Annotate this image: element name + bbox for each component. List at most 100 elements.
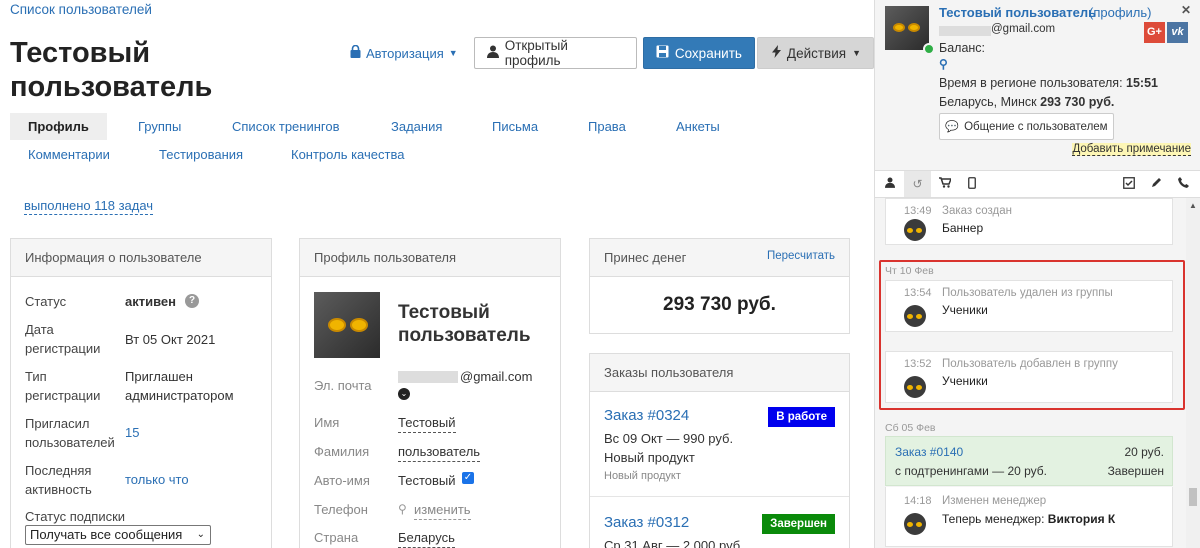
actions-dropdown[interactable]: Действия ▼ — [756, 37, 874, 69]
order-link[interactable]: Заказ #0312 — [604, 514, 689, 531]
order-event-link[interactable]: Заказ #0140 — [895, 445, 963, 459]
search-icon[interactable]: ⚲ — [939, 57, 948, 71]
profile-avatar — [314, 292, 380, 358]
phone-icon[interactable] — [1178, 177, 1189, 191]
event-detail-prefix: Теперь менеджер: — [942, 512, 1045, 526]
user-profile-title: Профиль пользователя — [300, 239, 560, 277]
event-avatar — [904, 376, 926, 398]
order-line2: Новый продукт — [604, 450, 695, 465]
tab-comments[interactable]: Комментарии — [28, 141, 110, 168]
tab-profile[interactable]: Профиль — [10, 113, 107, 140]
side-email: @gmail.com — [991, 23, 1056, 35]
event-name: Пользователь добавлен в группу — [942, 358, 1118, 370]
order-link[interactable]: Заказ #0324 — [604, 407, 689, 424]
sub-status-select[interactable]: Получать все сообщения ⌄ — [25, 525, 211, 545]
event-detail: Ученики — [942, 374, 988, 388]
email-value: @gmail.com — [460, 369, 533, 384]
mobile-icon[interactable] — [968, 177, 976, 192]
tab-letters[interactable]: Письма — [492, 113, 538, 140]
reg-date-value: Вт 05 Окт 2021 — [125, 332, 216, 347]
add-note-link[interactable]: Добавить примечание — [1072, 143, 1191, 156]
tab-testing[interactable]: Тестирования — [159, 141, 243, 168]
check-square-icon[interactable] — [1123, 177, 1135, 192]
history-icon[interactable]: ↺ — [904, 171, 931, 197]
actions-label: Действия — [786, 45, 847, 61]
email-redacted — [398, 371, 458, 383]
save-label: Сохранить — [674, 45, 742, 61]
country-label: Страна — [314, 530, 359, 545]
save-button[interactable]: Сохранить — [642, 37, 755, 69]
profile-name-1: Тестовый — [398, 302, 490, 323]
sub-status-label: Статус подписки — [25, 509, 126, 524]
user-icon — [486, 45, 499, 61]
breadcrumb[interactable]: Список пользователей — [10, 2, 152, 17]
lock-icon — [350, 44, 361, 61]
authorization-dropdown[interactable]: Авторизация ▼ — [350, 44, 458, 61]
side-user-name[interactable]: Тестовый пользователь — [939, 5, 1096, 20]
auto-name-checkbox[interactable]: ✓ — [462, 472, 474, 484]
order-line1: Вс 09 Окт — 990 руб. — [604, 431, 734, 446]
reg-type-label-1: Тип — [25, 369, 47, 384]
status-value: активен — [125, 294, 176, 309]
page-title: Тестовый пользователь — [10, 37, 213, 103]
event-item: 14:18 Изменен менеджер Теперь менеджер: … — [885, 487, 1173, 547]
cart-icon[interactable] — [939, 177, 953, 191]
tab-groups[interactable]: Группы — [138, 113, 181, 140]
auto-name-label: Авто-имя — [314, 473, 370, 488]
order-event-card[interactable]: Заказ #0140 20 руб. с подтренингами — 20… — [885, 436, 1173, 486]
vk-icon[interactable]: vk — [1167, 22, 1188, 43]
country-value[interactable]: Беларусь — [398, 528, 455, 548]
main-area: Список пользователей Тестовый пользовате… — [0, 0, 874, 548]
events-feed: 13:49 Заказ создан Баннер Чт 10 Фев 13:5… — [875, 198, 1200, 548]
event-detail-bold: Виктория К — [1047, 512, 1116, 526]
scrollbar[interactable]: ▲ — [1186, 198, 1200, 548]
chat-button[interactable]: 💬 Общение с пользователем — [939, 113, 1114, 140]
user-side-panel: Тестовый пользователь (профиль) ✕ @gmail… — [874, 0, 1200, 548]
question-icon[interactable]: ? — [185, 294, 199, 308]
tab-rights[interactable]: Права — [588, 113, 626, 140]
money-amount: 293 730 руб. — [663, 294, 776, 315]
pencil-icon[interactable] — [1151, 177, 1162, 191]
reg-type-value-2: администратором — [125, 388, 234, 403]
region-time: Время в регионе пользователя: 15:51 — [939, 76, 1158, 90]
profile-name-2: пользователь — [398, 325, 531, 346]
gplus-icon[interactable]: G+ — [1144, 22, 1165, 43]
side-profile-link[interactable]: (профиль) — [1089, 5, 1151, 20]
orders-panel: Заказы пользователя Заказ #0324 В работе… — [589, 353, 850, 548]
tab-tasks[interactable]: Задания — [391, 113, 442, 140]
open-profile-button[interactable]: Открытый профиль — [473, 37, 637, 69]
reg-type-label-2: регистрации — [25, 388, 101, 403]
order-line3: Новый продукт — [604, 470, 681, 482]
phone-label: Телефон — [314, 502, 368, 517]
tab-questionnaires[interactable]: Анкеты — [676, 113, 720, 140]
order-divider — [590, 496, 849, 497]
last-name-value[interactable]: пользователь — [398, 442, 481, 462]
open-profile-label: Открытый профиль — [504, 38, 568, 68]
region-time-value: 15:51 — [1126, 76, 1159, 90]
first-name-value[interactable]: Тестовый — [398, 413, 456, 433]
floppy-icon — [656, 45, 669, 61]
event-time: 14:18 — [904, 495, 932, 507]
side-email-redacted — [939, 26, 991, 36]
location-amount: 293 730 руб. — [1040, 95, 1115, 109]
search-icon: ⚲ — [398, 502, 407, 516]
phone-value[interactable]: изменить — [414, 500, 471, 520]
caret-down-icon: ▼ — [852, 48, 861, 58]
chevron-circle-down-icon[interactable]: ⌄ — [398, 388, 410, 400]
scrollbar-thumb[interactable] — [1189, 488, 1197, 506]
location-text: Беларусь, Минск — [939, 95, 1037, 109]
user-icon[interactable] — [885, 177, 895, 191]
day-separator: Сб 05 Фев — [885, 422, 936, 434]
tasks-done-link[interactable]: выполнено 118 задач — [24, 197, 154, 215]
event-item: 13:52 Пользователь добавлен в группу Уче… — [885, 351, 1173, 403]
invited-value-link[interactable]: 15 — [125, 423, 139, 442]
recalculate-link[interactable]: Пересчитать — [767, 250, 835, 262]
last-active-value-link[interactable]: только что — [125, 470, 189, 489]
scroll-up-icon[interactable]: ▲ — [1189, 201, 1197, 210]
tab-trainings[interactable]: Список тренингов — [232, 113, 340, 140]
event-name: Заказ создан — [942, 205, 1012, 217]
tab-quality-control[interactable]: Контроль качества — [291, 141, 404, 168]
close-icon[interactable]: ✕ — [1181, 3, 1191, 17]
last-active-label-2: активность — [25, 482, 92, 497]
event-item: 13:54 Пользователь удален из группы Учен… — [885, 280, 1173, 332]
